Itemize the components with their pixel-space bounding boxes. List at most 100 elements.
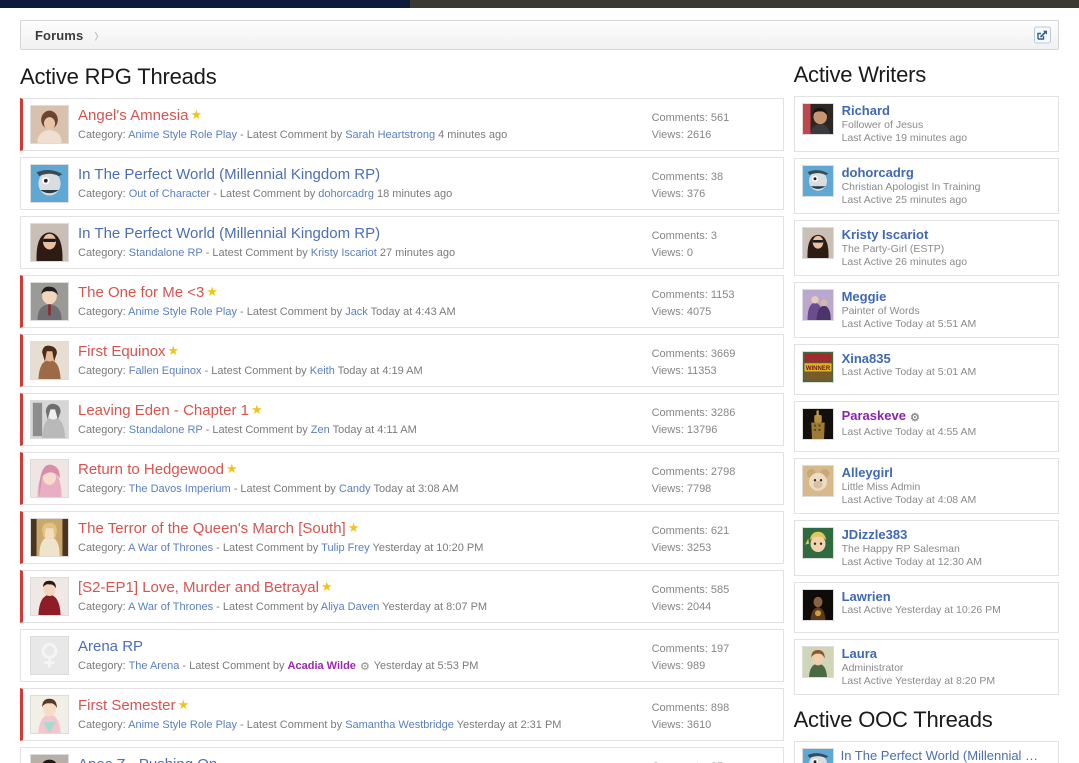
thread-row[interactable]: First Equinox ★ Category: Fallen Equinox -… xyxy=(20,334,784,387)
thread-author-link[interactable]: Aliya Daven xyxy=(321,601,380,613)
avatar[interactable] xyxy=(801,646,834,678)
thread-body: The One for Me <3 ★ Category: Anime Style … xyxy=(69,276,643,327)
thread-title-link[interactable]: [S2-EP1] Love, Murder and Betrayal xyxy=(78,579,319,596)
thread-title-link[interactable]: In The Perfect World (Millennial Kingdom… xyxy=(78,225,380,242)
avatar[interactable] xyxy=(801,408,834,440)
writer-row[interactable]: WINNER Xina835 Last Active Today at 5:01 A… xyxy=(793,344,1059,395)
thread-avatar-wrap xyxy=(23,453,69,504)
thread-stats: Comments: 585 Views: 2044 xyxy=(643,571,783,622)
writer-row[interactable]: Alleygirl Little Miss Admin Last Active To… xyxy=(793,458,1059,514)
comments-count: Comments: 621 xyxy=(651,525,730,537)
thread-category-link[interactable]: Anime Style Role Play xyxy=(128,129,237,141)
writer-row[interactable]: Meggie Painter of Words Last Active Today … xyxy=(793,282,1059,338)
avatar[interactable] xyxy=(30,223,69,262)
avatar[interactable] xyxy=(801,465,834,497)
thread-row[interactable]: Return to Hedgewood ★ Category: The Davos … xyxy=(20,452,784,505)
thread-category-link[interactable]: Out of Character xyxy=(129,188,210,200)
thread-title-link[interactable]: First Semester xyxy=(78,697,176,714)
avatar[interactable]: WINNER xyxy=(801,351,834,383)
writer-name-link[interactable]: JDizzle383 xyxy=(842,527,982,542)
thread-title-link[interactable]: Return to Hedgewood xyxy=(78,461,224,478)
thread-author-link[interactable]: Candy xyxy=(339,483,371,495)
thread-author-link[interactable]: Sarah Heartstrong xyxy=(345,129,435,141)
thread-author-link[interactable]: Jack xyxy=(345,306,368,318)
writer-row[interactable]: JDizzle383 The Happy RP Salesman Last Acti… xyxy=(793,520,1059,576)
avatar[interactable] xyxy=(30,695,69,734)
writer-name-link[interactable]: Lawrien xyxy=(842,589,1001,604)
writer-row[interactable]: dohorcadrg Christian Apologist In Trainin… xyxy=(793,158,1059,214)
thread-row[interactable]: The One for Me <3 ★ Category: Anime Style … xyxy=(20,275,784,328)
avatar[interactable] xyxy=(30,636,69,675)
breadcrumb-item-forums[interactable]: Forums xyxy=(21,28,83,43)
thread-category-link[interactable]: A War of Thrones xyxy=(128,601,213,613)
writer-name-link[interactable]: Kristy Iscariot xyxy=(842,227,968,242)
views-count: Views: 2044 xyxy=(651,601,712,613)
thread-row[interactable]: Leaving Eden - Chapter 1 ★ Category: Stand… xyxy=(20,393,784,446)
external-link-icon[interactable] xyxy=(1034,26,1051,44)
thread-title-link[interactable]: The Terror of the Queen's March [South] xyxy=(78,520,346,537)
avatar[interactable] xyxy=(801,289,834,321)
avatar[interactable] xyxy=(30,341,69,380)
thread-author-link[interactable]: Keith xyxy=(310,365,335,377)
thread-category-link[interactable]: Standalone RP xyxy=(129,247,203,259)
avatar[interactable] xyxy=(30,164,69,203)
thread-title-link[interactable]: Leaving Eden - Chapter 1 xyxy=(78,402,249,419)
thread-category-link[interactable]: The Arena xyxy=(129,660,180,672)
writer-name-link[interactable]: Laura xyxy=(842,646,996,661)
thread-title-link[interactable]: The One for Me <3 xyxy=(78,284,204,301)
avatar[interactable] xyxy=(30,518,69,557)
thread-title-link[interactable]: Arena RP xyxy=(78,638,143,655)
avatar[interactable] xyxy=(801,748,834,763)
avatar[interactable] xyxy=(801,103,834,135)
thread-title-link[interactable]: Angel's Amnesia xyxy=(78,107,188,124)
thread-row[interactable]: The Terror of the Queen's March [South] ★… xyxy=(20,511,784,564)
ooc-thread-row[interactable]: In The Perfect World (Millennial …Latest… xyxy=(793,741,1059,763)
thread-row[interactable]: Arena RP Category: The Arena - Latest Com… xyxy=(20,629,784,682)
thread-title-link[interactable]: In The Perfect World (Millennial Kingdom… xyxy=(78,166,380,183)
writer-row[interactable]: Paraskeve ⚙ Last Active Today at 4:55 AM xyxy=(793,401,1059,452)
avatar[interactable] xyxy=(30,577,69,616)
sidebar: Active Writers Richard Follower of Jesus L… xyxy=(793,50,1059,763)
avatar[interactable] xyxy=(801,165,834,197)
thread-row[interactable]: In The Perfect World (Millennial Kingdom… xyxy=(20,157,784,210)
thread-category-link[interactable]: The Davos Imperium xyxy=(129,483,231,495)
thread-title-link[interactable]: First Equinox xyxy=(78,343,166,360)
avatar[interactable] xyxy=(30,754,69,763)
avatar[interactable] xyxy=(801,589,834,621)
thread-category-link[interactable]: Anime Style Role Play xyxy=(128,306,237,318)
thread-row[interactable]: In The Perfect World (Millennial Kingdom… xyxy=(20,216,784,269)
writer-row[interactable]: Kristy Iscariot The Party-Girl (ESTP) Last… xyxy=(793,220,1059,276)
thread-row[interactable]: Apoc Z - Pushing On Comments: 35 xyxy=(20,747,784,763)
writer-row[interactable]: Richard Follower of Jesus Last Active 19 m… xyxy=(793,96,1059,152)
thread-title-link[interactable]: Apoc Z - Pushing On xyxy=(78,756,217,763)
thread-author-link[interactable]: dohorcadrg xyxy=(318,188,374,200)
category-label: Category: xyxy=(78,719,129,731)
thread-author-link[interactable]: Kristy Iscariot xyxy=(311,247,377,259)
writer-row[interactable]: Lawrien Last Active Yesterday at 10:26 PM xyxy=(793,582,1059,633)
thread-author-link[interactable]: Tulip Frey xyxy=(321,542,370,554)
thread-row[interactable]: Angel's Amnesia ★ Category: Anime Style Ro… xyxy=(20,98,784,151)
thread-author-link[interactable]: Zen xyxy=(311,424,330,436)
thread-row[interactable]: [S2-EP1] Love, Murder and Betrayal ★ Categ… xyxy=(20,570,784,623)
writer-name-link[interactable]: Xina835 xyxy=(842,351,977,366)
avatar[interactable] xyxy=(30,105,69,144)
avatar[interactable] xyxy=(801,527,834,559)
thread-author-link[interactable]: Acadia Wilde xyxy=(288,660,356,672)
writer-name-link[interactable]: Paraskeve ⚙ xyxy=(842,408,977,426)
thread-row[interactable]: First Semester ★ Category: Anime Style Rol… xyxy=(20,688,784,741)
thread-category-link[interactable]: Standalone RP xyxy=(129,424,203,436)
writer-row[interactable]: Laura Administrator Last Active Yesterday … xyxy=(793,639,1059,695)
avatar[interactable] xyxy=(30,400,69,439)
writer-name-link[interactable]: Alleygirl xyxy=(842,465,977,480)
ooc-thread-title-link[interactable]: In The Perfect World (Millennial … xyxy=(841,748,1052,763)
thread-category-link[interactable]: Fallen Equinox xyxy=(129,365,202,377)
thread-category-link[interactable]: A War of Thrones xyxy=(128,542,213,554)
writer-name-link[interactable]: dohorcadrg xyxy=(842,165,981,180)
writer-name-link[interactable]: Meggie xyxy=(842,289,977,304)
avatar[interactable] xyxy=(801,227,834,259)
avatar[interactable] xyxy=(30,459,69,498)
thread-author-link[interactable]: Samantha Westbridge xyxy=(345,719,454,731)
writer-name-link[interactable]: Richard xyxy=(842,103,968,118)
avatar[interactable] xyxy=(30,282,69,321)
thread-category-link[interactable]: Anime Style Role Play xyxy=(128,719,237,731)
